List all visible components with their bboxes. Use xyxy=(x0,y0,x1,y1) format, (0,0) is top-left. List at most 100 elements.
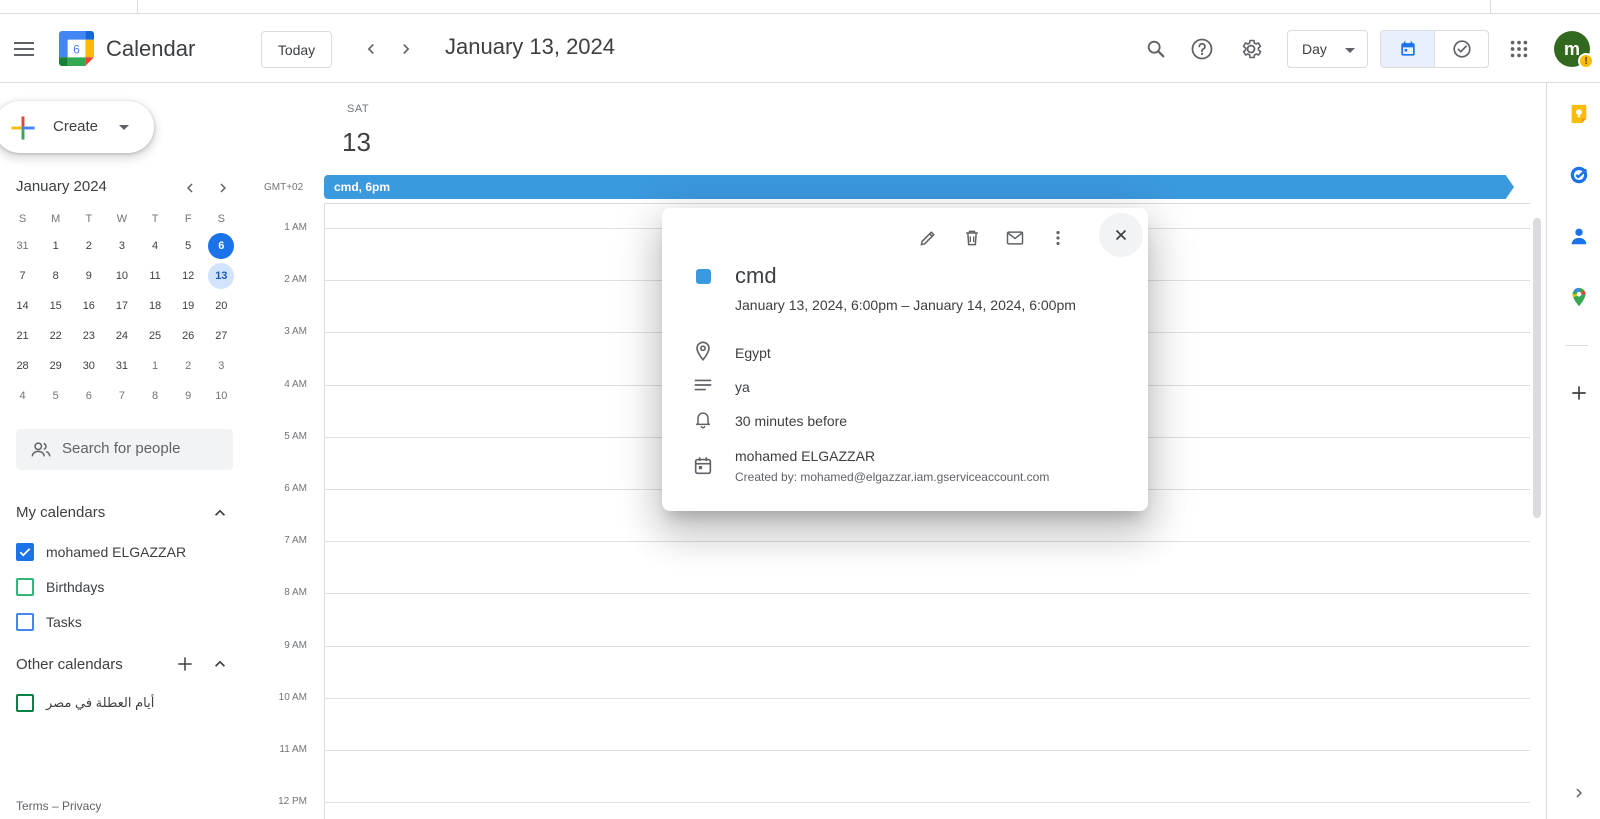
mini-calendar-day-cell: 28 xyxy=(6,351,39,381)
mini-calendar-day[interactable]: 30 xyxy=(76,353,102,379)
mini-calendar-day[interactable]: 26 xyxy=(175,323,201,349)
next-day-button[interactable] xyxy=(391,34,421,64)
mini-calendar-day[interactable]: 18 xyxy=(142,293,168,319)
calendar-checkbox[interactable] xyxy=(16,543,34,561)
mini-calendar-day[interactable]: 6 xyxy=(76,383,102,409)
calendar-item-egypt-holidays[interactable]: أيام العطلة في مصر xyxy=(16,691,154,715)
keep-button[interactable] xyxy=(1566,101,1592,127)
mini-calendar-day[interactable]: 21 xyxy=(10,323,36,349)
calendar-item-birthdays[interactable]: Birthdays xyxy=(16,575,104,599)
mini-calendar-day[interactable]: 2 xyxy=(175,353,201,379)
mini-calendar-day[interactable]: 28 xyxy=(10,353,36,379)
privacy-link[interactable]: Privacy xyxy=(62,799,101,813)
mini-calendar-day[interactable]: 4 xyxy=(10,383,36,409)
my-calendars-title[interactable]: My calendars xyxy=(16,504,105,521)
mini-calendar-day[interactable]: 11 xyxy=(142,263,168,289)
get-addons-button[interactable] xyxy=(1566,380,1592,406)
calendar-name: Tasks xyxy=(46,614,82,630)
mini-calendar-day[interactable]: 3 xyxy=(208,353,234,379)
top-strip xyxy=(0,0,1600,14)
mini-calendar-day[interactable]: 22 xyxy=(43,323,69,349)
mini-calendar-day[interactable]: 5 xyxy=(175,233,201,259)
google-apps-button[interactable] xyxy=(1502,32,1536,66)
hide-side-panel-button[interactable] xyxy=(1566,780,1592,806)
previous-day-button[interactable] xyxy=(356,34,386,64)
all-day-event-chip[interactable]: cmd, 6pm xyxy=(324,175,1514,199)
terms-link[interactable]: Terms xyxy=(16,799,49,813)
mini-calendar-day[interactable]: 13 xyxy=(208,263,235,289)
calendar-item-mohamed-elgazzar[interactable]: mohamed ELGAZZAR xyxy=(16,540,186,564)
view-selector[interactable]: Day xyxy=(1287,30,1368,68)
mini-calendar-day[interactable]: 9 xyxy=(175,383,201,409)
main-menu-button[interactable] xyxy=(8,34,40,64)
mini-calendar-day[interactable]: 7 xyxy=(10,263,36,289)
mini-calendar-day[interactable]: 5 xyxy=(43,383,69,409)
mini-calendar-day[interactable]: 9 xyxy=(76,263,102,289)
mini-calendar-day[interactable]: 20 xyxy=(208,293,234,319)
mini-calendar-day[interactable]: 24 xyxy=(109,323,135,349)
more-options-button[interactable] xyxy=(1040,220,1076,256)
mini-calendar-day[interactable]: 29 xyxy=(43,353,69,379)
people-search-box[interactable] xyxy=(16,429,233,470)
people-search-input[interactable] xyxy=(62,440,222,457)
scrollbar-thumb[interactable] xyxy=(1533,218,1541,518)
calendar-logo-icon[interactable]: 6 xyxy=(59,31,94,66)
contacts-button[interactable] xyxy=(1566,223,1592,249)
mini-calendar-day[interactable]: 19 xyxy=(175,293,201,319)
edit-event-button[interactable] xyxy=(910,220,946,256)
mini-calendar-day[interactable]: 25 xyxy=(142,323,168,349)
mini-calendar-day[interactable]: 17 xyxy=(109,293,135,319)
mini-calendar-day[interactable]: 8 xyxy=(43,263,69,289)
account-avatar[interactable]: m ! xyxy=(1554,31,1594,69)
mini-calendar-day[interactable]: 8 xyxy=(142,383,168,409)
mini-calendar-day[interactable]: 10 xyxy=(109,263,135,289)
calendar-checkbox[interactable] xyxy=(16,613,34,631)
my-calendars-collapse-button[interactable] xyxy=(208,501,232,525)
search-button[interactable] xyxy=(1139,32,1173,66)
mini-calendar-day[interactable]: 31 xyxy=(10,233,36,259)
mini-calendar-day[interactable]: 10 xyxy=(208,383,234,409)
mini-calendar-week: 28 29 30 31 1 2 3 xyxy=(6,351,238,381)
create-button[interactable]: Create xyxy=(0,101,154,153)
mini-calendar-day[interactable]: 23 xyxy=(76,323,102,349)
mini-calendar-day[interactable]: 1 xyxy=(43,233,69,259)
calendar-item-tasks[interactable]: Tasks xyxy=(16,610,82,634)
mini-calendar-prev-button[interactable] xyxy=(178,176,202,200)
mini-calendar-day[interactable]: 15 xyxy=(43,293,69,319)
mini-calendar-day[interactable]: 4 xyxy=(142,233,168,259)
trash-icon xyxy=(966,230,978,246)
event-title: cmd xyxy=(735,263,777,288)
mini-calendar-day[interactable]: 2 xyxy=(76,233,102,259)
calendar-checkbox[interactable] xyxy=(16,694,34,712)
bell-icon xyxy=(696,412,710,429)
maps-button[interactable] xyxy=(1566,284,1592,310)
today-button[interactable]: Today xyxy=(261,31,332,68)
help-button[interactable] xyxy=(1185,32,1219,66)
mini-calendar-day[interactable]: 7 xyxy=(109,383,135,409)
mini-calendar-day[interactable]: 27 xyxy=(208,323,234,349)
mini-calendar-day[interactable]: 12 xyxy=(175,263,201,289)
email-guests-button[interactable] xyxy=(997,220,1033,256)
mini-calendar-day[interactable]: 3 xyxy=(109,233,135,259)
mini-calendar-day[interactable]: 14 xyxy=(10,293,36,319)
mini-calendar-day-cell: 16 xyxy=(72,291,105,321)
mini-calendar-day[interactable]: 1 xyxy=(142,353,168,379)
other-calendars-collapse-button[interactable] xyxy=(208,652,232,676)
day-number[interactable]: 13 xyxy=(342,127,371,158)
mini-calendar-next-button[interactable] xyxy=(211,176,235,200)
calendar-view-toggle[interactable] xyxy=(1381,31,1435,67)
delete-event-button[interactable] xyxy=(954,220,990,256)
calendar-checkbox[interactable] xyxy=(16,578,34,596)
mini-calendar-day-cell: 2 xyxy=(72,231,105,261)
close-popup-button[interactable] xyxy=(1099,213,1143,257)
settings-button[interactable] xyxy=(1234,32,1268,66)
plus-icon xyxy=(178,657,192,671)
mini-calendar-day[interactable]: 31 xyxy=(109,353,135,379)
tasks-button[interactable] xyxy=(1566,162,1592,188)
add-other-calendar-button[interactable] xyxy=(173,652,197,676)
mini-calendar-day[interactable]: 16 xyxy=(76,293,102,319)
tasks-view-toggle[interactable] xyxy=(1435,31,1488,67)
mini-calendar-day[interactable]: 6 xyxy=(208,233,235,259)
other-calendars-title[interactable]: Other calendars xyxy=(16,656,123,673)
event-location[interactable]: Egypt xyxy=(735,345,771,361)
